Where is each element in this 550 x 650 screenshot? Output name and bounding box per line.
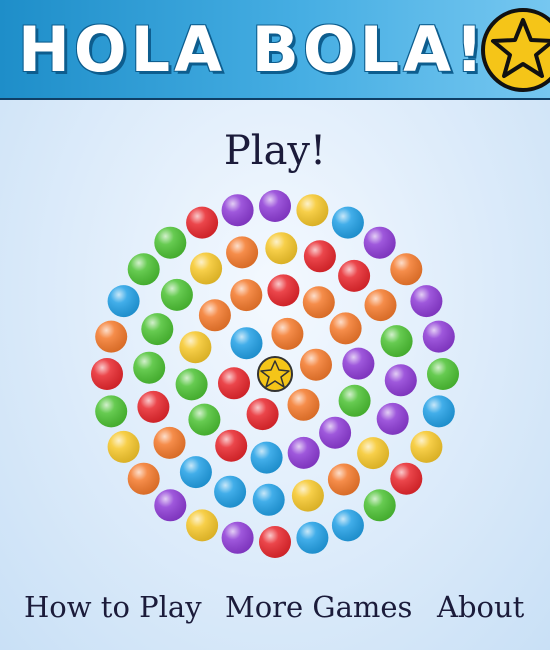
ball-blue[interactable] [179, 456, 212, 489]
ball-orange[interactable] [271, 317, 304, 350]
ball-yellow[interactable] [265, 232, 298, 265]
ball-purple[interactable] [319, 416, 352, 449]
ball-yellow[interactable] [190, 252, 223, 285]
ball-green[interactable] [380, 325, 413, 358]
ball-orange[interactable] [364, 289, 397, 322]
ball-red[interactable] [218, 367, 250, 400]
ball-yellow[interactable] [186, 509, 219, 542]
ball-blue[interactable] [252, 483, 285, 516]
ball-red[interactable] [267, 274, 300, 307]
ball-green[interactable] [133, 351, 166, 384]
ball-orange[interactable] [230, 279, 263, 312]
ball-orange[interactable] [226, 236, 259, 269]
ball-purple[interactable] [287, 436, 320, 469]
ball-green[interactable] [427, 358, 459, 390]
ball-blue[interactable] [331, 206, 364, 239]
ball-red[interactable] [259, 526, 291, 558]
ball-orange[interactable] [95, 320, 128, 353]
how-to-play-link[interactable]: How to Play [24, 590, 202, 624]
ball-yellow[interactable] [296, 194, 329, 227]
ball-green[interactable] [154, 226, 187, 259]
ball-orange[interactable] [127, 462, 160, 495]
ball-red[interactable] [303, 240, 336, 273]
ball-green[interactable] [160, 278, 193, 311]
ball-green[interactable] [175, 368, 208, 401]
ball-yellow[interactable] [291, 479, 324, 512]
ball-orange[interactable] [287, 388, 320, 421]
ball-orange[interactable] [327, 463, 360, 496]
ball-red[interactable] [215, 429, 248, 462]
ball-orange[interactable] [198, 299, 231, 332]
ball-green[interactable] [127, 253, 160, 286]
ball-green[interactable] [141, 313, 174, 346]
ball-red[interactable] [186, 206, 219, 239]
game-title: HOLA BOLA! [18, 13, 488, 86]
ball-red[interactable] [338, 259, 371, 292]
ball-red[interactable] [246, 398, 279, 431]
ball-purple[interactable] [422, 320, 455, 353]
header-banner: HOLA BOLA! [0, 0, 550, 100]
play-button[interactable]: Play! [0, 128, 550, 174]
ball-orange[interactable] [329, 312, 362, 345]
ball-blue[interactable] [230, 327, 263, 360]
ball-red[interactable] [91, 358, 123, 390]
ball-green[interactable] [95, 395, 128, 428]
ball-blue[interactable] [250, 441, 283, 474]
ball-purple[interactable] [221, 194, 254, 227]
ball-yellow[interactable] [410, 430, 443, 463]
ball-orange[interactable] [153, 426, 186, 459]
more-games-link[interactable]: More Games [225, 590, 412, 624]
ball-blue[interactable] [296, 521, 329, 554]
ball-purple[interactable] [342, 347, 375, 380]
about-link[interactable]: About [437, 590, 524, 624]
ball-green[interactable] [363, 489, 396, 522]
ball-yellow[interactable] [107, 430, 140, 463]
ball-blue[interactable] [107, 285, 140, 318]
ball-blue[interactable] [214, 475, 247, 508]
ball-orange[interactable] [390, 253, 423, 286]
ball-green[interactable] [188, 403, 221, 436]
ball-purple[interactable] [410, 285, 443, 318]
star-icon [257, 356, 293, 392]
ball-purple[interactable] [259, 190, 291, 222]
ball-purple[interactable] [221, 521, 254, 554]
ball-purple[interactable] [154, 489, 187, 522]
ball-purple[interactable] [384, 364, 417, 397]
star-icon [481, 8, 550, 92]
ball-blue[interactable] [331, 509, 364, 542]
ball-red[interactable] [137, 390, 170, 423]
balls-layer [91, 190, 459, 558]
ball-yellow[interactable] [357, 437, 390, 470]
ball-yellow[interactable] [179, 331, 212, 364]
ball-purple[interactable] [376, 402, 409, 435]
ball-blue[interactable] [422, 395, 455, 428]
ball-purple[interactable] [363, 226, 396, 259]
ball-green[interactable] [338, 384, 371, 417]
ball-red[interactable] [390, 462, 423, 495]
ball-orange[interactable] [300, 348, 332, 381]
ball-orange[interactable] [302, 286, 335, 319]
